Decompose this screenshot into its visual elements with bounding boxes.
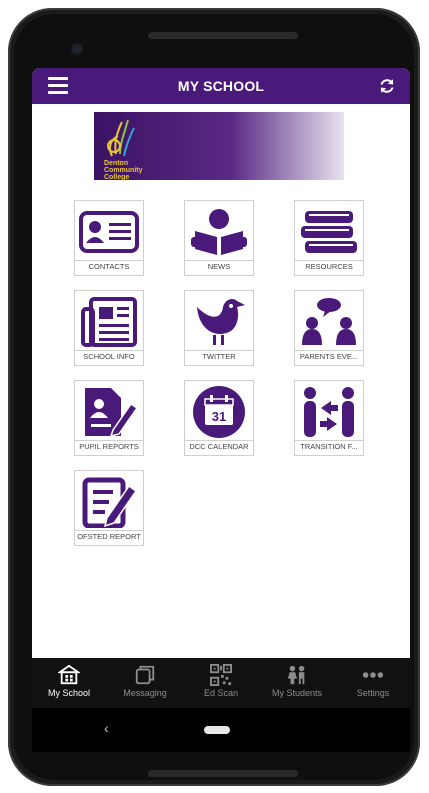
tile-label: PUPIL REPORTS (75, 440, 143, 453)
home-pill-button[interactable] (204, 726, 230, 734)
more-dots-icon (362, 672, 384, 678)
messaging-icon (135, 665, 155, 685)
school-icon (58, 664, 80, 685)
page-title: MY SCHOOL (177, 78, 265, 94)
tile-transition[interactable]: TRANSITION F... (294, 380, 364, 456)
bottom-nav: My School Messaging Ed Scan My Students … (32, 658, 410, 708)
back-button[interactable]: ‹ (104, 720, 109, 736)
contact-card-icon (75, 203, 143, 261)
nav-label: Settings (356, 688, 390, 698)
tile-label: TWITTER (185, 350, 253, 363)
app-bar: MY SCHOOL (32, 68, 410, 104)
tile-label: NEWS (185, 260, 253, 273)
parents-meeting-icon (295, 293, 363, 351)
tile-twitter[interactable]: TWITTER (184, 290, 254, 366)
nav-ed-scan[interactable]: Ed Scan (184, 658, 258, 708)
tile-label: CONTACTS (75, 260, 143, 273)
nav-label: My School (47, 688, 91, 698)
qr-code-icon (210, 664, 232, 686)
tile-parents-evening[interactable]: PARENTS EVE... (294, 290, 364, 366)
tile-label: PARENTS EVE... (295, 350, 363, 363)
nav-my-students[interactable]: My Students (260, 658, 334, 708)
bottom-speaker (148, 770, 298, 777)
bird-icon (185, 293, 253, 351)
tile-label: DCC CALENDAR (185, 440, 253, 453)
tile-dcc-calendar[interactable]: 31 DCC CALENDAR (184, 380, 254, 456)
calendar-icon: 31 (185, 383, 253, 441)
system-nav-bar: ‹ (32, 708, 410, 752)
students-icon (287, 665, 305, 685)
tile-resources[interactable]: RESOURCES (294, 200, 364, 276)
nav-messaging[interactable]: Messaging (108, 658, 182, 708)
school-logo-banner: Denton Community College (94, 112, 344, 181)
tile-ofsted-report[interactable]: OFSTED REPORT (74, 470, 144, 546)
report-document-icon (75, 383, 143, 441)
books-icon (295, 203, 363, 261)
tile-pupil-reports[interactable]: PUPIL REPORTS (74, 380, 144, 456)
newspaper-icon (75, 293, 143, 351)
nav-settings[interactable]: Settings (336, 658, 410, 708)
refresh-icon[interactable] (378, 77, 396, 95)
reader-icon (185, 203, 253, 261)
tile-label: TRANSITION F... (295, 440, 363, 453)
nav-my-school[interactable]: My School (32, 658, 106, 708)
tile-school-info[interactable]: SCHOOL INFO (74, 290, 144, 366)
nav-label: Ed Scan (203, 688, 239, 698)
tile-contacts[interactable]: CONTACTS (74, 200, 144, 276)
nav-label: Messaging (123, 688, 167, 698)
school-name-text: Denton Community College (104, 160, 143, 181)
school-logo (107, 119, 135, 157)
nav-label: My Students (271, 688, 323, 698)
app-screen: MY SCHOOL Denton Community College CONTACT… (32, 68, 410, 708)
front-camera (72, 44, 82, 54)
tile-label: RESOURCES (295, 260, 363, 273)
tile-label: OFSTED REPORT (75, 530, 143, 543)
tile-label: SCHOOL INFO (75, 350, 143, 363)
transition-icon (295, 383, 363, 441)
calendar-day-number: 31 (212, 409, 226, 424)
top-speaker (148, 32, 298, 39)
tile-news[interactable]: NEWS (184, 200, 254, 276)
ofsted-report-icon (75, 473, 143, 531)
